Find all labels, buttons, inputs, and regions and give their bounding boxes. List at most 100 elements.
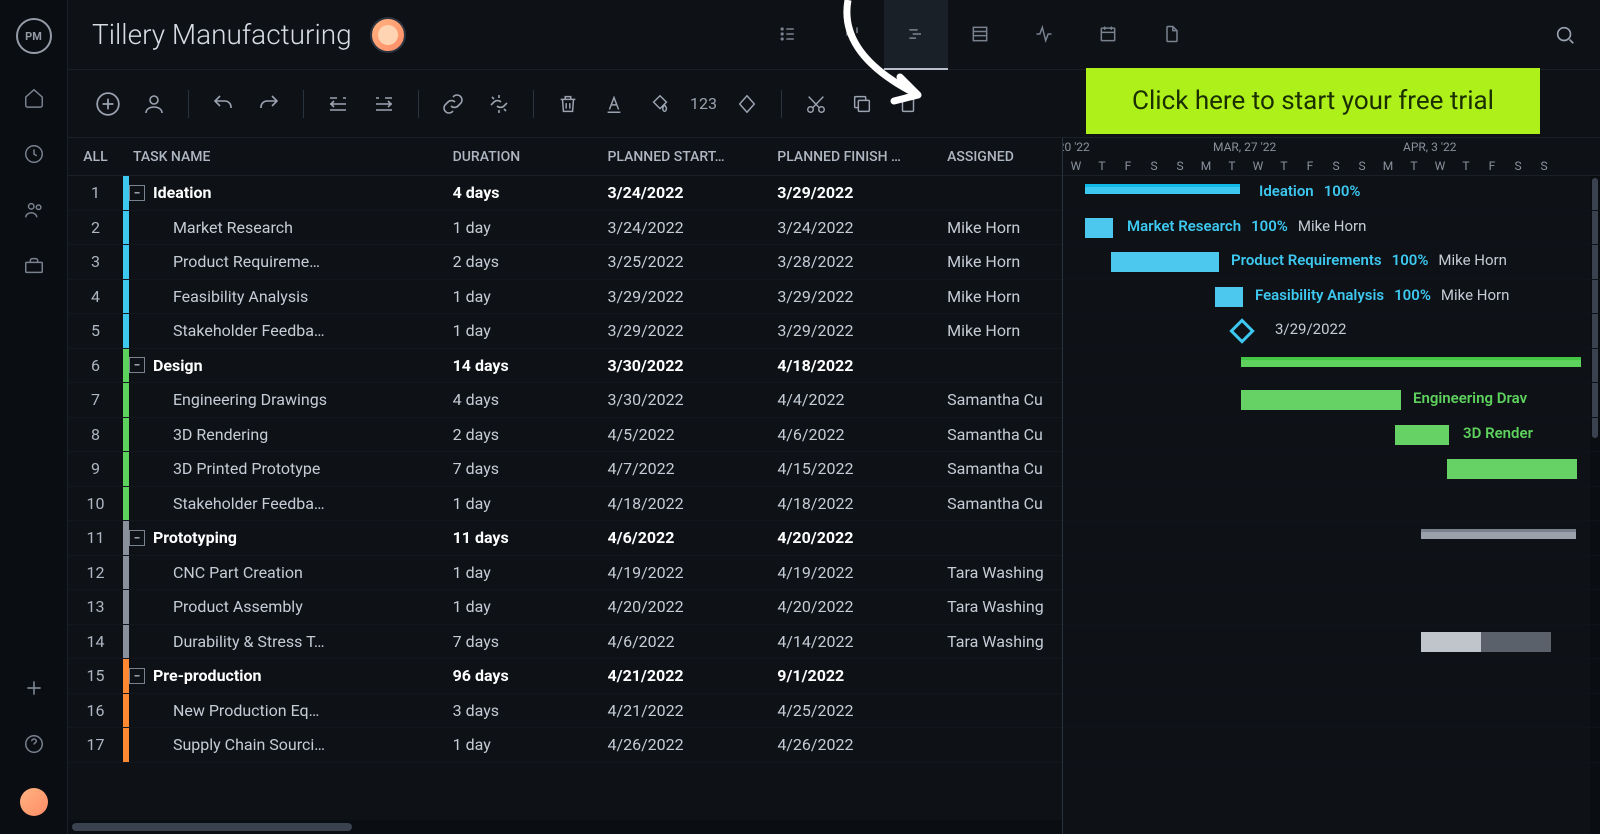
col-name[interactable]: TASK NAME <box>123 149 453 165</box>
collapse-icon[interactable]: − <box>129 530 145 546</box>
table-row[interactable]: 10 Stakeholder Feedba… 1 day 4/18/2022 4… <box>68 487 1062 522</box>
cell-finish: 3/29/2022 <box>777 321 947 340</box>
gantt-bar[interactable] <box>1241 390 1401 410</box>
col-assigned[interactable]: ASSIGNED <box>947 149 1062 165</box>
table-row[interactable]: 16 New Production Eq… 3 days 4/21/2022 4… <box>68 694 1062 729</box>
h-scrollbar[interactable] <box>68 820 1062 834</box>
gantt-row[interactable]: 3D Render <box>1063 418 1600 453</box>
gantt-row[interactable] <box>1063 556 1600 591</box>
col-all[interactable]: ALL <box>68 149 123 165</box>
undo-icon[interactable] <box>207 88 239 120</box>
table-row[interactable]: 4 Feasibility Analysis 1 day 3/29/2022 3… <box>68 280 1062 315</box>
view-list-icon[interactable] <box>756 0 820 70</box>
assign-icon[interactable] <box>138 88 170 120</box>
col-duration[interactable]: DURATION <box>453 149 608 165</box>
table-row[interactable]: 3 Product Requireme… 2 days 3/25/2022 3/… <box>68 245 1062 280</box>
unlink-icon[interactable] <box>483 88 515 120</box>
copy-icon[interactable] <box>846 88 878 120</box>
day-label: S <box>1323 159 1349 173</box>
text-color-icon[interactable] <box>598 88 630 120</box>
home-icon[interactable] <box>22 86 46 110</box>
link-icon[interactable] <box>437 88 469 120</box>
gantt-row[interactable]: Engineering Drav <box>1063 383 1600 418</box>
row-number: 11 <box>68 528 123 547</box>
gantt-row[interactable] <box>1063 728 1600 763</box>
help-icon[interactable] <box>22 732 46 756</box>
table-row[interactable]: 13 Product Assembly 1 day 4/20/2022 4/20… <box>68 590 1062 625</box>
gantt-row[interactable] <box>1063 521 1600 556</box>
fill-icon[interactable] <box>644 88 676 120</box>
table-row[interactable]: 12 CNC Part Creation 1 day 4/19/2022 4/1… <box>68 556 1062 591</box>
cell-start: 4/6/2022 <box>607 632 777 651</box>
view-file-icon[interactable] <box>1140 0 1204 70</box>
milestone-diamond-icon[interactable] <box>1229 318 1254 343</box>
table-row[interactable]: 9 3D Printed Prototype 7 days 4/7/2022 4… <box>68 452 1062 487</box>
recent-icon[interactable] <box>22 142 46 166</box>
table-row[interactable]: 7 Engineering Drawings 4 days 3/30/2022 … <box>68 383 1062 418</box>
add-task-icon[interactable] <box>92 88 124 120</box>
delete-icon[interactable] <box>552 88 584 120</box>
table-row[interactable]: 8 3D Rendering 2 days 4/5/2022 4/6/2022 … <box>68 418 1062 453</box>
outdent-icon[interactable] <box>322 88 354 120</box>
gantt-row[interactable]: Ideation100% <box>1063 176 1600 211</box>
cell-duration: 7 days <box>453 632 608 651</box>
cta-banner[interactable]: Click here to start your free trial <box>1086 68 1540 134</box>
indent-icon[interactable] <box>368 88 400 120</box>
gantt-row[interactable] <box>1063 590 1600 625</box>
gantt-row[interactable]: 3/29/2022 <box>1063 314 1600 349</box>
view-activity-icon[interactable] <box>1012 0 1076 70</box>
table-row[interactable]: 6 −Design 14 days 3/30/2022 4/18/2022 <box>68 349 1062 384</box>
collapse-icon[interactable]: − <box>129 668 145 684</box>
view-board-icon[interactable] <box>820 0 884 70</box>
gantt-row[interactable] <box>1063 487 1600 522</box>
table-row[interactable]: 5 Stakeholder Feedba… 1 day 3/29/2022 3/… <box>68 314 1062 349</box>
table-row[interactable]: 2 Market Research 1 day 3/24/2022 3/24/2… <box>68 211 1062 246</box>
logo-badge[interactable]: PM <box>16 18 52 54</box>
user-avatar[interactable] <box>20 788 48 816</box>
view-calendar-icon[interactable] <box>1076 0 1140 70</box>
gantt-summary-bar[interactable] <box>1085 184 1240 194</box>
cut-icon[interactable] <box>800 88 832 120</box>
gantt-row[interactable] <box>1063 659 1600 694</box>
cell-finish: 4/18/2022 <box>777 494 947 513</box>
search-icon[interactable] <box>1554 24 1576 46</box>
table-row[interactable]: 15 −Pre-production 96 days 4/21/2022 9/1… <box>68 659 1062 694</box>
gantt-row[interactable]: Market Research100%Mike Horn <box>1063 211 1600 246</box>
plus-icon[interactable] <box>22 676 46 700</box>
view-gantt-icon[interactable] <box>884 0 948 70</box>
briefcase-icon[interactable] <box>22 254 46 278</box>
project-owner-avatar[interactable] <box>370 17 406 53</box>
paste-icon[interactable] <box>892 88 924 120</box>
gantt-bar[interactable] <box>1481 632 1551 652</box>
gantt-bar[interactable] <box>1215 287 1243 307</box>
table-row[interactable]: 1 −Ideation 4 days 3/24/2022 3/29/2022 <box>68 176 1062 211</box>
collapse-icon[interactable]: − <box>129 357 145 373</box>
gantt-summary-bar[interactable] <box>1241 357 1581 367</box>
gantt-bar[interactable] <box>1111 252 1219 272</box>
gantt-summary-bar[interactable] <box>1421 529 1576 539</box>
day-label: T <box>1271 159 1297 173</box>
view-sheet-icon[interactable] <box>948 0 1012 70</box>
collapse-icon[interactable]: − <box>129 185 145 201</box>
gantt-row[interactable]: Feasibility Analysis100%Mike Horn <box>1063 280 1600 315</box>
gantt-row[interactable] <box>1063 625 1600 660</box>
milestone-icon[interactable] <box>731 88 763 120</box>
table-row[interactable]: 17 Supply Chain Sourci… 1 day 4/26/2022 … <box>68 728 1062 763</box>
cell-finish: 4/20/2022 <box>777 528 947 547</box>
gantt-row[interactable] <box>1063 349 1600 384</box>
gantt-bar[interactable] <box>1085 218 1113 238</box>
col-start[interactable]: PLANNED START… <box>607 149 777 165</box>
col-finish[interactable]: PLANNED FINISH … <box>777 149 947 165</box>
task-name: CNC Part Creation <box>173 563 303 582</box>
gantt-header: R, 20 '22MAR, 27 '22APR, 3 '22 WTFSSMTWT… <box>1063 138 1600 176</box>
gantt-bar[interactable] <box>1395 425 1449 445</box>
redo-icon[interactable] <box>253 88 285 120</box>
people-icon[interactable] <box>22 198 46 222</box>
gantt-row[interactable] <box>1063 452 1600 487</box>
table-row[interactable]: 14 Durability & Stress T… 7 days 4/6/202… <box>68 625 1062 660</box>
week-label: R, 20 '22 <box>1063 140 1090 154</box>
table-row[interactable]: 11 −Prototyping 11 days 4/6/2022 4/20/20… <box>68 521 1062 556</box>
gantt-row[interactable] <box>1063 694 1600 729</box>
gantt-bar[interactable] <box>1447 459 1577 479</box>
gantt-row[interactable]: Product Requirements100%Mike Horn <box>1063 245 1600 280</box>
